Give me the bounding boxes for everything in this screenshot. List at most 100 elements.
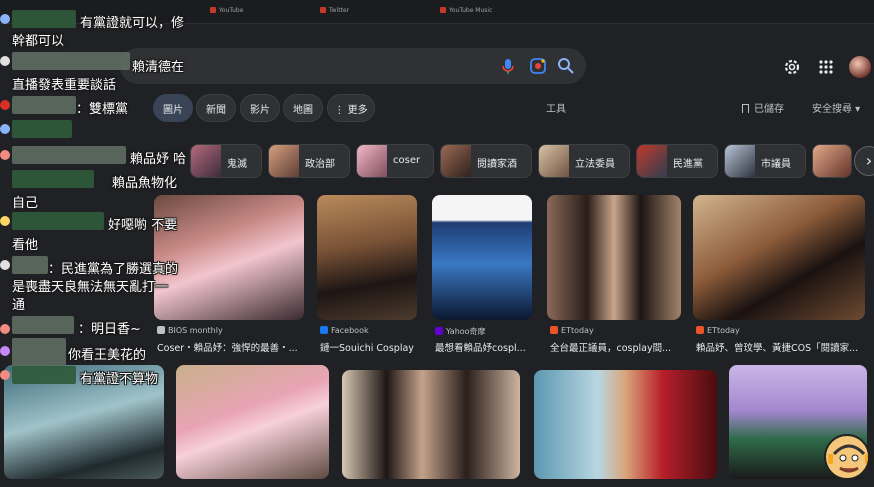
chip-related[interactable]: 市議員 [724, 144, 806, 178]
chat-avatar [0, 346, 10, 356]
chip-thumbnail [269, 145, 299, 177]
chat-message: 有黨證不算物 [80, 372, 159, 387]
result-source: BIOS monthly [157, 326, 223, 335]
chip-label: 閱讀家酒 [477, 159, 517, 170]
result-source: ETtoday [550, 326, 594, 335]
username-mask [12, 120, 72, 138]
result-image[interactable] [534, 370, 717, 479]
chat-avatar [0, 324, 10, 334]
chip-thumbnail [441, 145, 471, 177]
tools-button[interactable]: 工具 [546, 100, 566, 115]
chip-label: 市議員 [761, 159, 791, 170]
result-image[interactable] [342, 370, 520, 479]
chip-label: 鬼滅 [227, 159, 247, 170]
chat-avatar [0, 260, 10, 270]
chip-thumbnail [539, 145, 569, 177]
chat-message: ：民進黨為了勝選真的 [48, 262, 179, 277]
chat-message: 賴品魚物化 [112, 176, 178, 191]
chip-related[interactable]: coser [356, 144, 434, 178]
chat-message: ：雙標黨 [76, 102, 129, 117]
chip-related[interactable]: 民進黨 [636, 144, 718, 178]
google-lens-icon[interactable] [528, 56, 548, 76]
chip-thumbnail [725, 145, 755, 177]
favicon-icon [157, 326, 165, 334]
chip-related[interactable]: 閱讀家酒 [440, 144, 532, 178]
chat-avatar [0, 56, 10, 66]
chat-avatar [0, 216, 10, 226]
username-mask [12, 256, 48, 274]
safesearch-button[interactable]: 安全搜尋 ▾ [812, 100, 860, 115]
tab-images[interactable]: 圖片 [153, 94, 193, 122]
gear-icon[interactable] [782, 57, 802, 77]
chat-message: 通 [12, 298, 26, 313]
chat-avatar [0, 100, 10, 110]
username-mask [12, 212, 104, 230]
chat-avatar [0, 370, 10, 380]
result-image[interactable] [547, 195, 681, 320]
result-source: Facebook [320, 326, 369, 335]
result-image[interactable] [317, 195, 417, 320]
chip-related[interactable]: 鬼滅 [190, 144, 262, 178]
yahoo-icon [435, 327, 443, 335]
chat-message: 看他 [12, 238, 39, 253]
chat-avatar [0, 14, 10, 24]
bookmark-youtube-music[interactable]: YouTube Music [440, 7, 510, 17]
chip-related[interactable] [812, 144, 852, 178]
result-title[interactable]: 最想看賴品妤cospl... [435, 340, 535, 354]
saved-button[interactable]: 已儲存 [742, 100, 784, 115]
chat-message: 幹都可以 [12, 34, 65, 49]
result-title[interactable]: 全台最正議員，cosplay間... [550, 340, 680, 354]
result-source: ETtoday [696, 326, 740, 335]
chat-message: 直播發表重要談話 [12, 78, 117, 93]
result-image[interactable] [693, 195, 865, 320]
chip-related[interactable]: 立法委員 [538, 144, 630, 178]
mic-icon[interactable] [498, 56, 518, 76]
chevron-right-icon[interactable]: › [854, 146, 874, 176]
chat-message: 是喪盡天良無法無天亂打一 [12, 280, 169, 295]
chat-avatar [0, 150, 10, 160]
chat-message: 有黨證就可以，修 [80, 16, 185, 31]
tab-videos[interactable]: 影片 [240, 94, 280, 122]
apps-grid-icon[interactable] [816, 57, 836, 77]
chip-thumbnail [813, 145, 851, 177]
chip-label: 民進黨 [673, 159, 703, 170]
chip-label: coser [393, 155, 421, 166]
username-mask [12, 146, 126, 164]
chip-thumbnail [637, 145, 667, 177]
chat-message: ：明日香~ [78, 322, 141, 337]
result-image[interactable] [432, 195, 532, 320]
chat-message: 賴品妤 哈 [130, 152, 187, 167]
chip-thumbnail [357, 145, 387, 177]
ettoday-icon [550, 326, 558, 334]
result-title[interactable]: 賴品妤、曾玟學、黃捷COS「閱讀家... [696, 340, 864, 354]
ettoday-icon [696, 326, 704, 334]
result-source: Yahoo奇摩 [435, 326, 486, 337]
username-mask [12, 52, 130, 70]
tab-news[interactable]: 新聞 [196, 94, 236, 122]
chip-related[interactable]: 政治部 [268, 144, 350, 178]
username-mask [12, 316, 74, 334]
result-title[interactable]: Coser・賴品妤：強悍的最善・... [157, 340, 303, 354]
bookmark-youtube[interactable]: YouTube [210, 7, 270, 17]
username-mask [12, 10, 76, 28]
bookmark-icon [742, 104, 749, 113]
bookmark-twitter[interactable]: Twitter [320, 7, 380, 17]
chip-label: 政治部 [305, 159, 335, 170]
username-mask [12, 366, 76, 384]
chip-thumbnail [191, 145, 221, 177]
saved-label: 已儲存 [754, 104, 784, 115]
username-mask [12, 96, 76, 114]
account-avatar[interactable] [849, 56, 871, 78]
chip-label: 立法委員 [575, 159, 615, 170]
username-mask [12, 170, 94, 188]
tab-more[interactable]: ⋮ 更多 [327, 94, 375, 122]
chat-message: 自己 [12, 196, 39, 211]
chat-message: 你看王美花的 [68, 348, 147, 363]
chat-message: 好噁喲 不要 [108, 218, 178, 233]
result-title[interactable]: 鏈一Souichi Cosplay [320, 340, 420, 354]
chat-avatar [0, 124, 10, 134]
streamer-avatar [824, 434, 870, 480]
tab-maps[interactable]: 地圖 [283, 94, 323, 122]
result-image[interactable] [176, 365, 329, 479]
search-icon[interactable] [556, 56, 576, 76]
